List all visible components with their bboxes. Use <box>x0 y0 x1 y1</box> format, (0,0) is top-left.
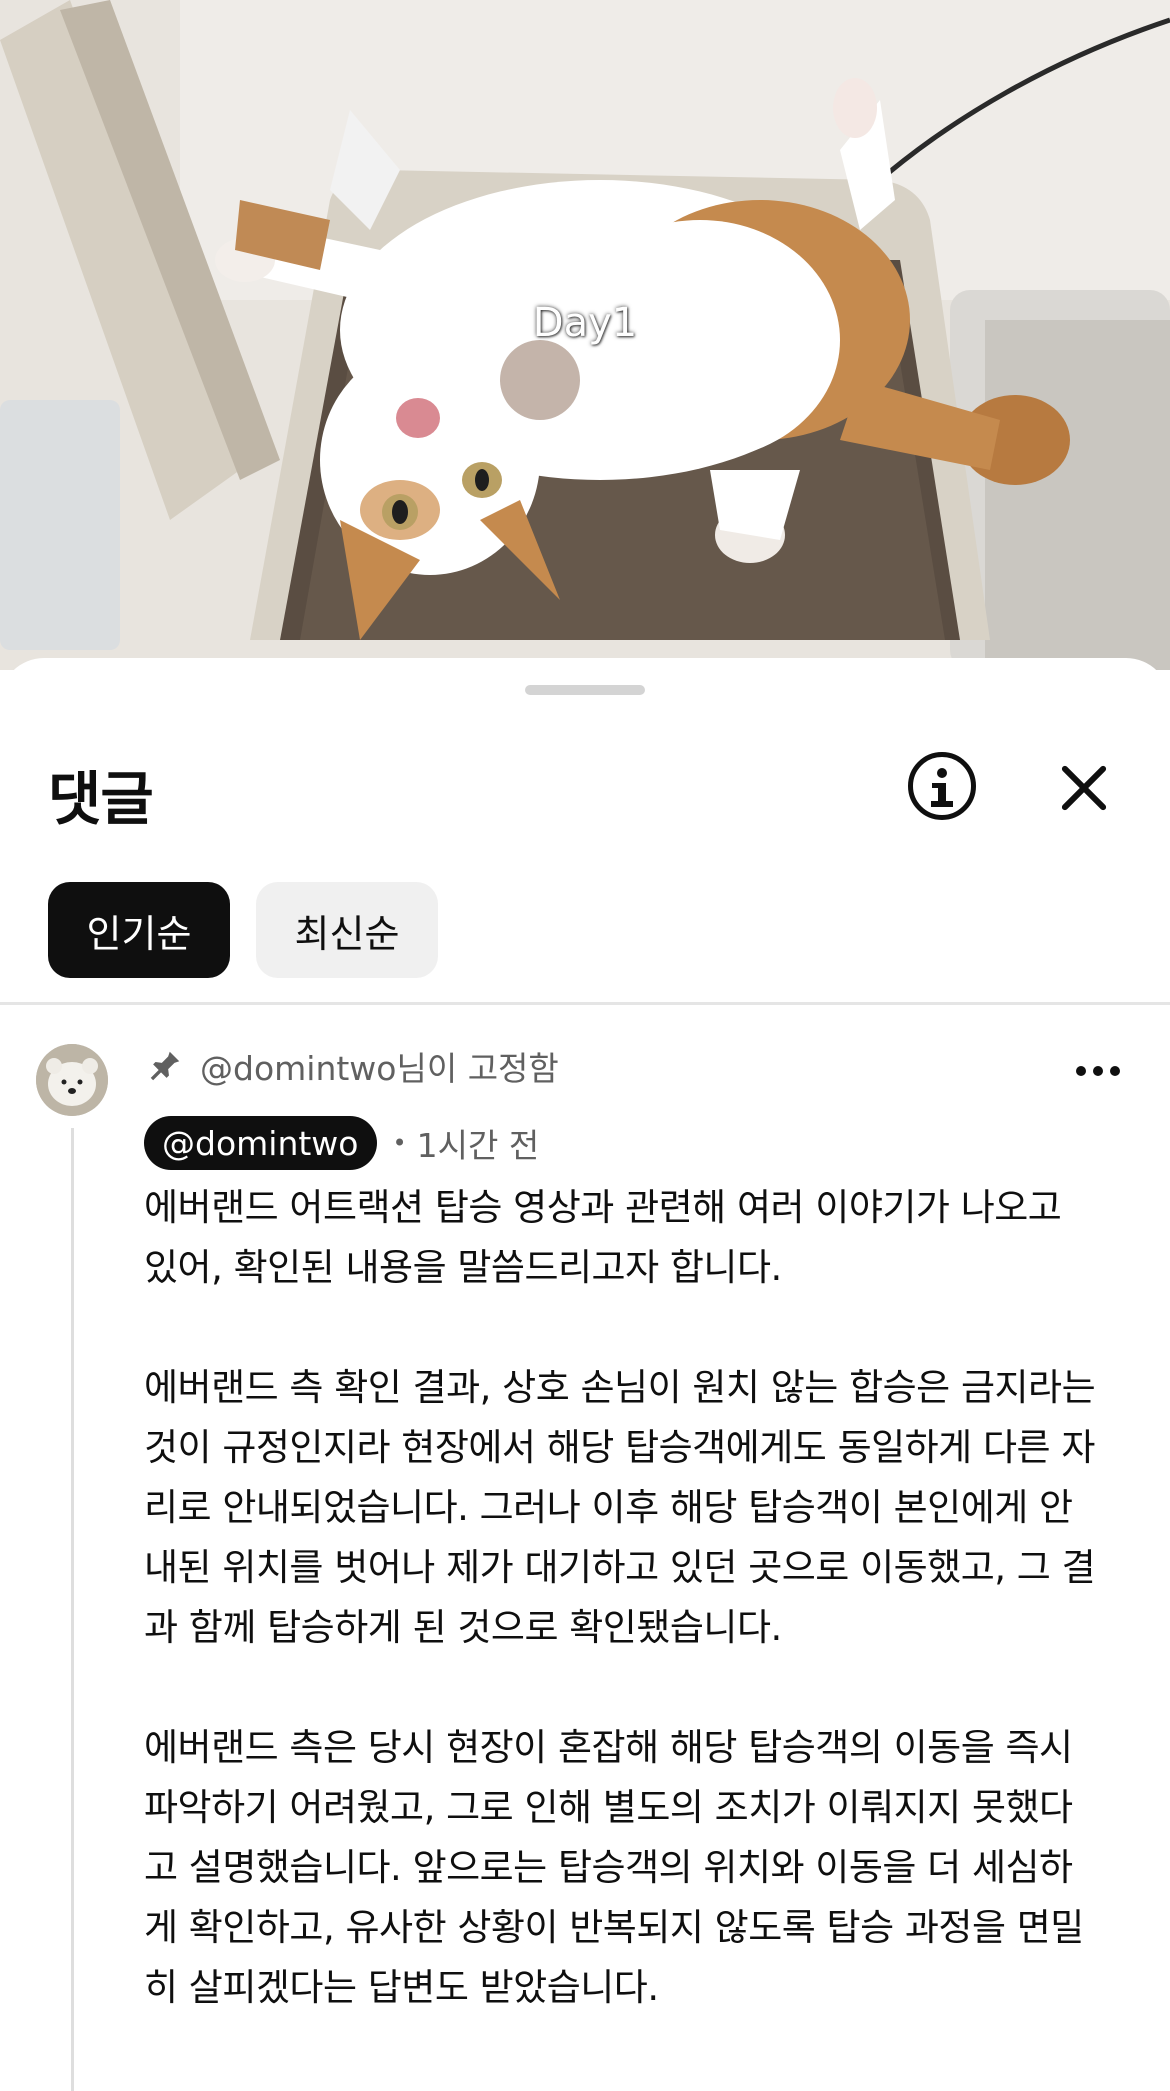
avatar[interactable] <box>36 1044 108 1116</box>
pin-icon <box>150 1051 180 1081</box>
comment-paragraph: 에버랜드 어트랙션 탑승 영상과 관련해 여러 이야기가 나오고 있어, 확인된… <box>144 1186 1062 1289</box>
meta-separator: • <box>392 1129 407 1157</box>
comment-body: 에버랜드 어트랙션 탑승 영상과 관련해 여러 이야기가 나오고 있어, 확인된… <box>144 1178 1104 2078</box>
video-caption: Day1 <box>532 300 638 346</box>
sheet-title: 댓글 <box>48 765 154 833</box>
video-player[interactable]: Day1 <box>0 0 1170 670</box>
info-icon[interactable] <box>908 752 976 820</box>
comment-paragraph: 에버랜드 측 확인 결과, 상호 손님이 원치 않는 합승은 금지라는 것이 규… <box>144 1366 1096 1649</box>
thread-line <box>71 1128 74 2091</box>
comments-sheet: 댓글 인기순 최신순 @domintwo님이 고정함 @domintwo • 1… <box>0 658 1170 2091</box>
comment-paragraph: 에버랜드 측은 당시 현장이 혼잡해 해당 탑승객의 이동을 즉시 파악하기 어… <box>144 1726 1084 2009</box>
comment-time: 1시간 전 <box>416 1126 540 1165</box>
more-vertical-icon[interactable] <box>1076 1066 1120 1080</box>
pinned-text: @domintwo님이 고정함 <box>200 1049 559 1088</box>
close-icon[interactable] <box>1058 762 1110 814</box>
sort-tab-newest[interactable]: 최신순 <box>256 882 438 978</box>
pinned-label: @domintwo님이 고정함 <box>146 1042 559 1090</box>
author-handle[interactable]: @domintwo <box>144 1116 377 1170</box>
comment-meta: @domintwo • 1시간 전 <box>144 1116 539 1170</box>
sort-tab-popular[interactable]: 인기순 <box>48 882 230 978</box>
drag-handle[interactable] <box>525 685 645 695</box>
divider <box>0 1002 1170 1005</box>
